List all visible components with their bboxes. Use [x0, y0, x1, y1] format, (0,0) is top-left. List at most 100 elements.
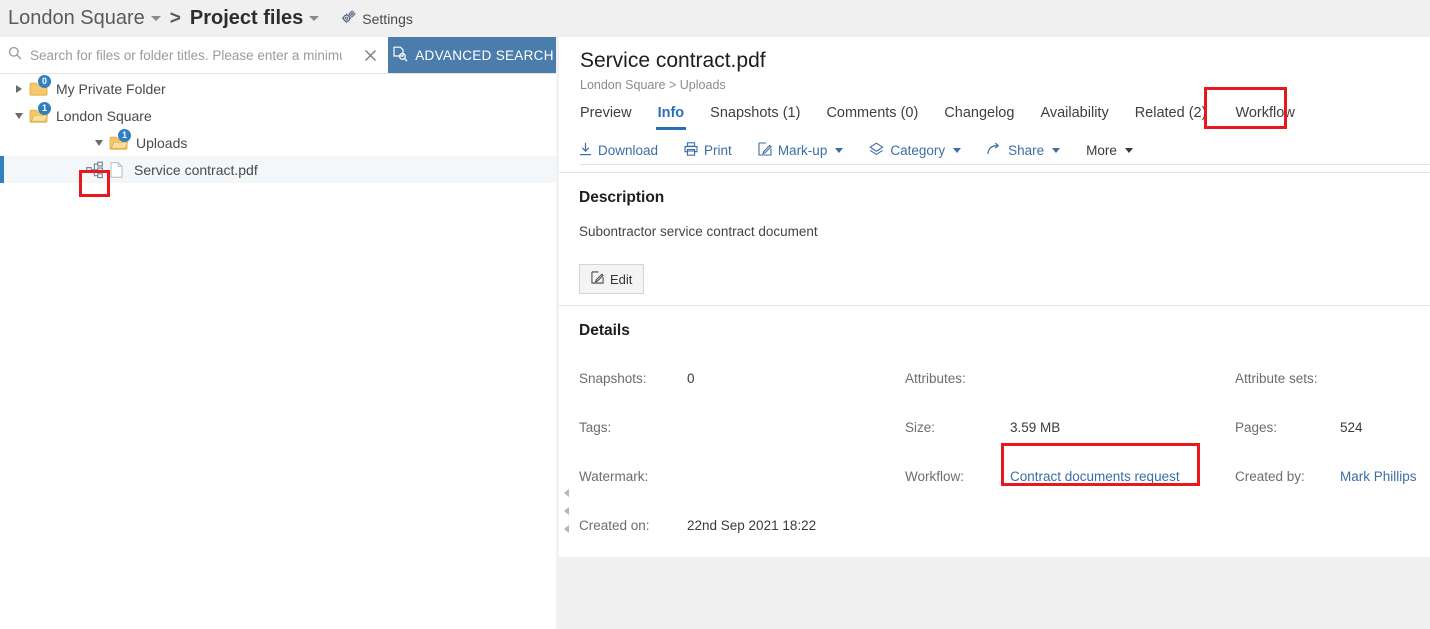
- folder-open-icon: 1: [109, 128, 131, 152]
- description-section: Description Subontractor service contrac…: [559, 173, 1430, 305]
- edit-pencil-icon: [591, 271, 604, 287]
- detail-value: 22nd Sep 2021 18:22: [687, 518, 817, 533]
- tab-label: Availability: [1040, 105, 1109, 121]
- page-title: Service contract.pdf: [580, 49, 766, 72]
- clear-search-button[interactable]: [352, 37, 388, 73]
- chevron-down-icon: [1124, 148, 1133, 153]
- breadcrumb-project-label: London Square: [8, 7, 145, 29]
- settings-link[interactable]: Settings: [341, 10, 413, 27]
- tab-label: Related (2): [1134, 105, 1207, 121]
- document-icon: [108, 161, 124, 178]
- search-input[interactable]: [28, 46, 344, 64]
- toolbar-label: Print: [704, 143, 732, 158]
- tab-preview[interactable]: Preview: [580, 105, 645, 130]
- file-browser-pane: ADVANCED SEARCH 0 My Private Folder: [0, 37, 558, 629]
- collapse-handle-top[interactable]: [561, 487, 572, 498]
- download-icon: [579, 142, 592, 159]
- tab-related[interactable]: Related (2): [1122, 105, 1220, 130]
- detail-value: [1010, 354, 1235, 403]
- tree-item-my-private-folder[interactable]: 0 My Private Folder: [0, 74, 558, 102]
- breadcrumb-child[interactable]: Uploads: [680, 78, 726, 92]
- more-button[interactable]: More: [1073, 143, 1146, 158]
- detail-tabs: Preview Info Snapshots (1) Comments (0) …: [559, 92, 1430, 130]
- share-button[interactable]: Share: [974, 142, 1073, 159]
- folder-open-icon: 1: [29, 101, 51, 125]
- detail-label: [905, 501, 1010, 550]
- tab-availability[interactable]: Availability: [1027, 105, 1121, 130]
- breadcrumb-section-dropdown[interactable]: Project files: [189, 7, 320, 30]
- gears-icon: [341, 10, 357, 27]
- tree-item-label: My Private Folder: [56, 80, 166, 97]
- advanced-search-button[interactable]: ADVANCED SEARCH: [388, 37, 558, 73]
- tab-workflow[interactable]: Workflow: [1219, 105, 1310, 130]
- chevron-right-icon[interactable]: [12, 82, 26, 96]
- details-grid: Snapshots: 0 Attributes: Attribute sets:…: [579, 354, 1430, 550]
- category-button[interactable]: Category: [856, 142, 974, 159]
- tabs-divider: [580, 164, 1430, 165]
- search-box[interactable]: [0, 37, 352, 73]
- action-toolbar: Download Print Mark-up Category Share Mo…: [559, 130, 1430, 172]
- edit-description-button[interactable]: Edit: [579, 264, 645, 294]
- tree-item-service-contract-pdf[interactable]: Service contract.pdf: [0, 156, 558, 183]
- detail-label: Attribute sets:: [1235, 371, 1318, 386]
- chevron-down-icon[interactable]: [12, 109, 26, 123]
- detail-pane: Service contract.pdf London Square > Upl…: [559, 37, 1430, 629]
- markup-button[interactable]: Mark-up: [745, 142, 857, 159]
- chevron-down-icon: [835, 148, 844, 153]
- tab-info[interactable]: Info: [645, 105, 698, 130]
- tab-label: Snapshots (1): [710, 105, 801, 121]
- tab-changelog[interactable]: Changelog: [931, 105, 1027, 130]
- collapse-handle-bottom[interactable]: [561, 523, 572, 534]
- advanced-search-label: ADVANCED SEARCH: [415, 47, 554, 63]
- detail-value: 524: [1340, 420, 1363, 435]
- search-row: ADVANCED SEARCH: [0, 37, 558, 74]
- app-root: London Square > Project files Settings S…: [0, 0, 1430, 629]
- detail-card: Service contract.pdf London Square > Upl…: [559, 37, 1430, 557]
- breadcrumb-parent[interactable]: London Square: [580, 78, 666, 92]
- workflow-value-link[interactable]: Contract documents request: [1010, 452, 1235, 501]
- detail-value: [1340, 354, 1420, 403]
- workflow-hierarchy-icon[interactable]: [82, 159, 108, 181]
- detail-value: [1010, 501, 1235, 550]
- details-section: Details Snapshots: 0 Attributes: Attribu…: [559, 306, 1430, 550]
- tree-item-london-square[interactable]: 1 London Square: [0, 101, 558, 129]
- breadcrumb-section-label: Project files: [189, 7, 304, 29]
- toolbar-label: Download: [598, 143, 659, 158]
- settings-label: Settings: [362, 10, 413, 27]
- folder-count-badge: 1: [38, 101, 51, 115]
- toolbar-label: Category: [890, 143, 946, 158]
- document-search-icon: [392, 46, 408, 65]
- chevron-down-icon: [1052, 148, 1061, 153]
- detail-label: Size:: [905, 420, 936, 435]
- collapse-handle-middle[interactable]: [561, 505, 572, 516]
- tab-label: Preview: [580, 105, 632, 121]
- breadcrumb: London Square > Uploads: [559, 73, 1430, 92]
- folder-count-badge: 1: [118, 128, 131, 142]
- detail-value: [687, 403, 905, 452]
- tree-item-uploads[interactable]: 1 Uploads: [0, 128, 558, 156]
- print-icon: [684, 142, 698, 159]
- chevron-down-icon: [150, 16, 161, 21]
- description-text: Subontractor service contract document: [579, 224, 818, 239]
- breadcrumb-separator: >: [169, 7, 181, 29]
- details-heading: Details: [579, 322, 630, 339]
- detail-label: Created on:: [579, 518, 650, 533]
- toolbar-label: Share: [1008, 143, 1045, 158]
- edit-label: Edit: [610, 271, 633, 287]
- detail-label: [1235, 501, 1340, 550]
- chevron-down-icon[interactable]: [92, 136, 106, 150]
- detail-label: Attributes:: [905, 371, 966, 386]
- detail-label: Created by:: [1235, 469, 1305, 484]
- search-icon: [8, 46, 22, 65]
- detail-label: Watermark:: [579, 469, 649, 484]
- tab-snapshots[interactable]: Snapshots (1): [697, 105, 813, 130]
- tab-comments[interactable]: Comments (0): [813, 105, 931, 130]
- created-by-link[interactable]: Mark Phillips: [1340, 452, 1420, 501]
- breadcrumb-project-dropdown[interactable]: London Square: [8, 7, 161, 30]
- category-tag-icon: [869, 142, 884, 159]
- detail-value: [1340, 501, 1420, 550]
- tab-label: Workflow: [1235, 105, 1295, 121]
- print-button[interactable]: Print: [671, 142, 745, 159]
- download-button[interactable]: Download: [579, 142, 671, 159]
- tree-item-label: Service contract.pdf: [134, 161, 258, 178]
